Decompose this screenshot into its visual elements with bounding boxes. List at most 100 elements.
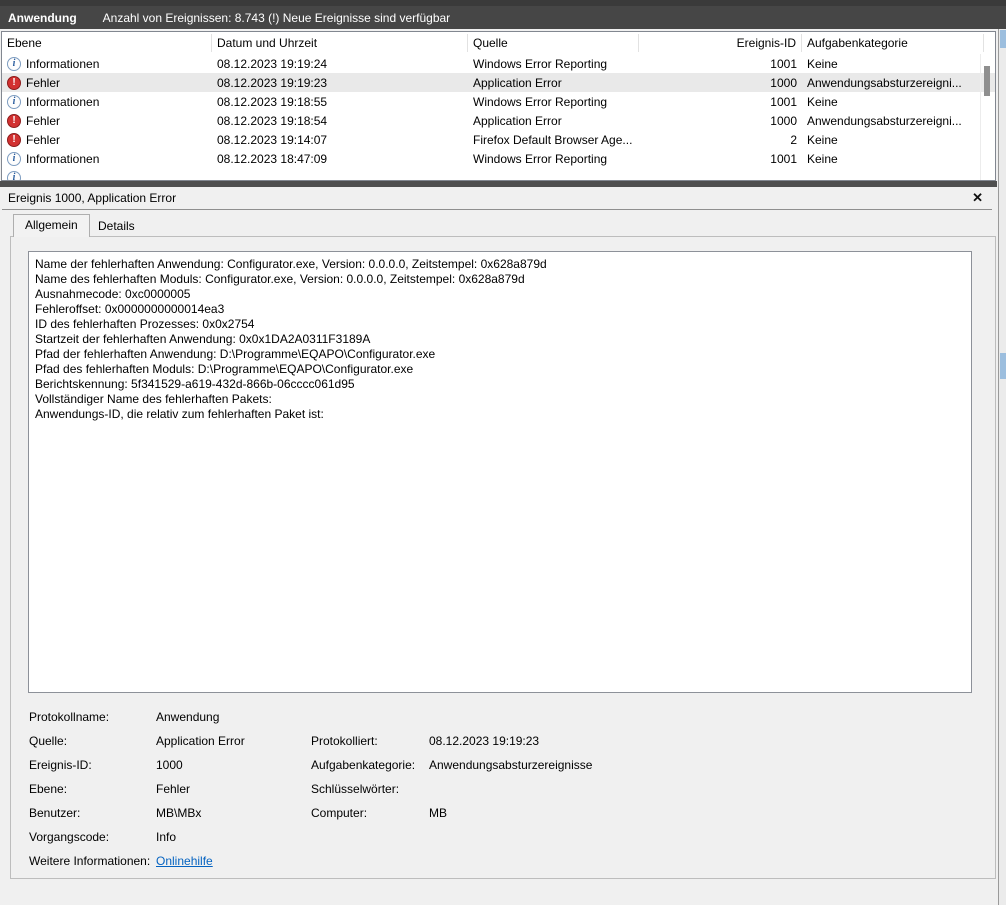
row-category: Keine: [807, 151, 838, 166]
detail-pane-header: Ereignis 1000, Application Error ✕: [0, 189, 997, 207]
error-icon: !: [7, 75, 21, 90]
row-datetime: 08.12.2023 19:18:55: [217, 94, 328, 109]
field-label: Quelle:: [29, 734, 68, 748]
online-help-link[interactable]: Onlinehilfe: [156, 854, 213, 868]
detail-pane-title: Ereignis 1000, Application Error: [8, 191, 177, 205]
description-line: Vollständiger Name des fehlerhaften Pake…: [35, 392, 272, 406]
table-row[interactable]: i Informationen 08.12.2023 19:18:55 Windo…: [2, 92, 995, 111]
info-icon: i: [7, 151, 21, 166]
window-scrollbar-thumb[interactable]: [1000, 30, 1006, 48]
row-level: Fehler: [26, 113, 61, 128]
table-row-partial[interactable]: i: [2, 168, 995, 180]
field-label: Vorgangscode:: [29, 830, 110, 844]
table-row[interactable]: i Informationen 08.12.2023 19:19:24 Windo…: [2, 54, 995, 73]
field-value: Anwendungsabsturzereignisse: [429, 758, 593, 772]
field-label: Computer:: [311, 806, 368, 820]
row-source: Windows Error Reporting: [473, 56, 608, 71]
window-scrollbar-thumb[interactable]: [1000, 353, 1006, 379]
row-datetime: 08.12.2023 19:19:24: [217, 56, 328, 71]
info-icon: i: [7, 170, 21, 180]
field-label: Ereignis-ID:: [29, 758, 92, 772]
event-fields: Protokollname: Anwendung Quelle: Applica…: [11, 705, 997, 873]
row-source: Application Error: [473, 113, 562, 128]
row-datetime: 08.12.2023 18:47:09: [217, 151, 328, 166]
row-event-id: 1000: [770, 113, 797, 128]
window-scrollbar[interactable]: [998, 29, 1006, 905]
field-label: Protokollname:: [29, 710, 110, 724]
row-event-id: 1001: [770, 151, 797, 166]
info-icon: i: [7, 94, 21, 109]
row-datetime: 08.12.2023 19:14:07: [217, 132, 328, 147]
description-line: Anwendungs-ID, die relativ zum fehlerhaf…: [35, 407, 324, 421]
field-value: Info: [156, 830, 177, 844]
field-row: Weitere Informationen: Onlinehilfe: [11, 849, 997, 873]
row-category: Keine: [807, 132, 838, 147]
description-line: Pfad des fehlerhaften Moduls: D:\Program…: [35, 362, 414, 376]
column-header-datetime[interactable]: Datum und Uhrzeit: [212, 34, 468, 52]
field-row: Ereignis-ID: 1000 Aufgabenkategorie: Anw…: [11, 753, 997, 777]
description-line: Berichtskennung: 5f341529-a619-432d-866b…: [35, 377, 355, 391]
table-row[interactable]: i Informationen 08.12.2023 18:47:09 Windo…: [2, 149, 995, 168]
row-source: Windows Error Reporting: [473, 151, 608, 166]
row-source: Firefox Default Browser Age...: [473, 132, 633, 147]
field-label: Benutzer:: [29, 806, 81, 820]
error-icon: !: [7, 113, 21, 128]
tab-allgemein[interactable]: Allgemein: [13, 214, 90, 237]
event-description-box[interactable]: Name der fehlerhaften Anwendung: Configu…: [28, 251, 972, 693]
row-level: Informationen: [26, 151, 100, 166]
field-value: Anwendung: [156, 710, 220, 724]
row-datetime: 08.12.2023 19:18:54: [217, 113, 328, 128]
row-level: Fehler: [26, 75, 61, 90]
event-count-status: Anzahl von Ereignissen: 8.743 (!) Neue E…: [102, 10, 451, 25]
event-list-scrollbar[interactable]: [980, 54, 992, 180]
row-category: Keine: [807, 94, 838, 109]
row-datetime: 08.12.2023 19:19:23: [217, 75, 328, 90]
field-value: 1000: [156, 758, 183, 772]
description-line: Name des fehlerhaften Moduls: Configurat…: [35, 272, 525, 286]
row-level: Informationen: [26, 56, 100, 71]
event-list-header: Ebene Datum und Uhrzeit Quelle Ereignis-…: [2, 32, 995, 54]
info-icon: i: [7, 56, 21, 71]
log-name: Anwendung: [8, 10, 77, 25]
event-list: Ebene Datum und Uhrzeit Quelle Ereignis-…: [1, 31, 996, 181]
table-row[interactable]: ! Fehler 08.12.2023 19:14:07 Firefox Defa…: [2, 130, 995, 149]
row-level: Informationen: [26, 94, 100, 109]
column-header-source[interactable]: Quelle: [468, 34, 639, 52]
description-line: ID des fehlerhaften Prozesses: 0x0x2754: [35, 317, 255, 331]
description-line: Ausnahmecode: 0xc0000005: [35, 287, 191, 301]
column-header-category[interactable]: Aufgabenkategorie: [802, 34, 984, 52]
row-event-id: 2: [790, 132, 797, 147]
field-value: Fehler: [156, 782, 191, 796]
row-event-id: 1001: [770, 94, 797, 109]
row-category: Anwendungsabsturzereigni...: [807, 113, 962, 128]
column-header-event-id[interactable]: Ereignis-ID: [639, 34, 802, 52]
event-list-scrollbar-thumb[interactable]: [984, 66, 990, 96]
field-label: Ebene:: [29, 782, 68, 796]
general-tab-panel: Name der fehlerhaften Anwendung: Configu…: [10, 236, 996, 879]
row-level: Fehler: [26, 132, 61, 147]
table-row[interactable]: ! Fehler 08.12.2023 19:18:54 Application …: [2, 111, 995, 130]
field-row: Protokollname: Anwendung: [11, 705, 997, 729]
field-label: Aufgabenkategorie:: [311, 758, 416, 772]
description-line: Startzeit der fehlerhaften Anwendung: 0x…: [35, 332, 371, 346]
row-event-id: 1000: [770, 75, 797, 90]
field-value: MB\MBx: [156, 806, 202, 820]
log-status-bar: Anwendung Anzahl von Ereignissen: 8.743 …: [0, 0, 1006, 29]
column-header-level[interactable]: Ebene: [2, 34, 212, 52]
table-row-selected[interactable]: ! Fehler 08.12.2023 19:19:23 Application …: [2, 73, 995, 92]
field-label: Weitere Informationen:: [29, 854, 151, 868]
field-label: Schlüsselwörter:: [311, 782, 400, 796]
tab-details[interactable]: Details: [88, 217, 145, 236]
pane-separator: [2, 209, 992, 210]
row-category: Keine: [807, 56, 838, 71]
description-line: Fehleroffset: 0x0000000000014ea3: [35, 302, 225, 316]
event-detail-pane: Ereignis 1000, Application Error ✕ Allge…: [0, 187, 997, 894]
field-row: Benutzer: MB\MBx Computer: MB: [11, 801, 997, 825]
field-label: Protokolliert:: [311, 734, 378, 748]
row-category: Anwendungsabsturzereigni...: [807, 75, 962, 90]
field-value: Application Error: [156, 734, 245, 748]
close-icon[interactable]: ✕: [968, 190, 987, 206]
row-event-id: 1001: [770, 56, 797, 71]
field-value: 08.12.2023 19:19:23: [429, 734, 540, 748]
description-line: Pfad der fehlerhaften Anwendung: D:\Prog…: [35, 347, 436, 361]
